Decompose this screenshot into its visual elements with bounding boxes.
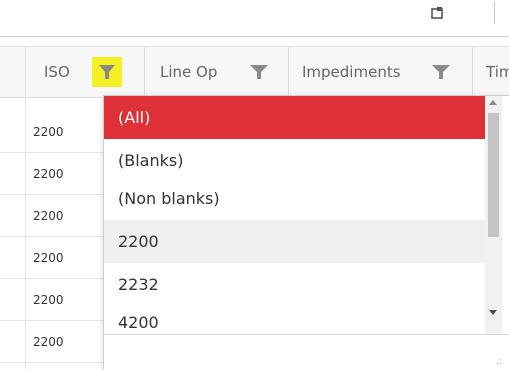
filter-option-non-blanks[interactable]: (Non blanks) xyxy=(104,177,485,220)
table-row[interactable]: 2200 xyxy=(0,321,103,363)
iso-cell: 2200 xyxy=(33,251,64,265)
header-divider xyxy=(144,47,145,97)
column-header-label: Tim xyxy=(486,63,509,81)
filter-option-all[interactable]: (All) xyxy=(104,96,485,139)
line-op-filter-button[interactable] xyxy=(244,57,274,87)
iso-cell: 2200 xyxy=(33,125,64,139)
export-icon[interactable] xyxy=(430,6,444,20)
scrollbar-thumb[interactable] xyxy=(488,113,499,237)
filter-option-2232[interactable]: 2232 xyxy=(104,263,485,306)
resize-grip-icon[interactable]: .: xyxy=(495,356,502,367)
filter-option-label: 2232 xyxy=(118,275,159,294)
header-divider xyxy=(472,47,473,97)
filter-option-blanks[interactable]: (Blanks) xyxy=(104,139,485,182)
filter-option-2200[interactable]: 2200 xyxy=(104,220,485,263)
grid-header: ISO Line Op Impediments Tim xyxy=(0,46,509,98)
filter-icon xyxy=(432,65,450,79)
filter-option-label: (All) xyxy=(118,108,151,127)
column-header-label: Line Op xyxy=(160,63,218,81)
filter-option-4200[interactable]: 4200 xyxy=(104,303,485,334)
filter-icon xyxy=(250,65,268,79)
table-row[interactable]: 2200 xyxy=(0,237,103,279)
filter-icon xyxy=(99,65,115,79)
table-row[interactable]: 2200 xyxy=(0,279,103,321)
column-header-impediments[interactable]: Impediments xyxy=(302,47,401,97)
scroll-down-icon[interactable] xyxy=(489,310,497,315)
table-row[interactable]: 2200 xyxy=(0,195,103,237)
column-header-line-op[interactable]: Line Op xyxy=(160,47,217,97)
iso-cell: 2200 xyxy=(33,335,64,349)
table-row[interactable]: 2200 xyxy=(0,153,103,195)
iso-cell: 2200 xyxy=(33,209,64,223)
impediments-filter-button[interactable] xyxy=(426,57,456,87)
filter-option-label: 4200 xyxy=(118,313,159,332)
column-header-label: Impediments xyxy=(302,63,401,81)
iso-cell: 2200 xyxy=(33,167,64,181)
filter-dropdown: (All) (Blanks) (Non blanks) 2200 2232 42… xyxy=(103,95,509,371)
filter-option-label: (Blanks) xyxy=(118,151,184,170)
column-header-iso[interactable]: ISO xyxy=(44,47,70,97)
header-divider xyxy=(288,47,289,97)
scroll-up-icon[interactable] xyxy=(489,100,497,105)
dropdown-scrollbar[interactable] xyxy=(485,96,502,334)
iso-filter-button[interactable] xyxy=(92,57,122,87)
iso-cell: 2200 xyxy=(33,293,64,307)
header-divider xyxy=(25,47,26,97)
toolbar-divider xyxy=(494,2,495,24)
column-header-label: ISO xyxy=(44,63,70,81)
column-header-time[interactable]: Tim xyxy=(486,47,509,97)
table-row[interactable]: 2200 xyxy=(0,111,103,153)
filter-option-label: 2200 xyxy=(118,232,159,251)
toolbar xyxy=(0,0,509,37)
filter-option-label: (Non blanks) xyxy=(118,189,220,208)
dropdown-footer: .: xyxy=(104,334,509,371)
